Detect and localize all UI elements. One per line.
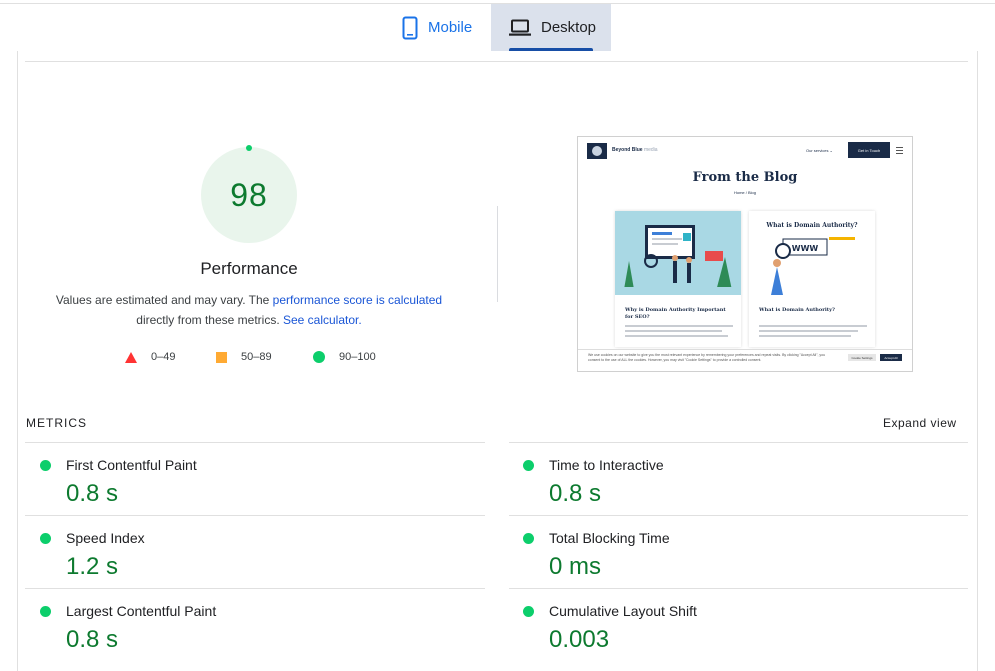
final-screenshot-thumbnail: Beyond Blue media Our services ⌄ Get in … — [577, 136, 913, 372]
metric-speed-index: Speed Index 1.2 s — [26, 516, 484, 588]
legend-average-range: 50–89 — [241, 351, 272, 363]
performance-score: 98 — [230, 176, 268, 213]
legend-pass-range: 90–100 — [339, 351, 376, 363]
metric-name: First Contentful Paint — [66, 457, 197, 473]
thumb-cookie-settings: Cookie Settings — [848, 354, 876, 361]
square-icon — [216, 351, 227, 363]
metric-value: 0.8 s — [66, 480, 119, 507]
domain-authority-illustration-icon: What is Domain Authority? WWW — [749, 211, 875, 295]
expand-view-toggle[interactable]: Expand view — [883, 416, 957, 430]
laptop-icon — [509, 19, 531, 37]
pass-circle-icon — [40, 460, 51, 471]
thumb-brand-suffix: media — [643, 147, 658, 153]
legend-average: 50–89 — [216, 349, 272, 365]
pass-circle-icon — [523, 460, 534, 471]
metrics-heading: METRICS — [26, 416, 87, 430]
pass-circle-icon — [523, 606, 534, 617]
triangle-icon — [125, 351, 137, 363]
gauge-arc-dot — [246, 145, 252, 151]
metric-value: 0 ms — [549, 553, 602, 580]
metric-cumulative-layout-shift: Cumulative Layout Shift 0.003 — [509, 589, 967, 661]
metric-name: Speed Index — [66, 530, 145, 546]
pass-circle-icon — [523, 533, 534, 544]
legend-pass: 90–100 — [313, 349, 376, 365]
see-calculator-link[interactable]: See calculator. — [283, 313, 362, 327]
metric-value: 0.003 — [549, 626, 610, 653]
thumb-card: What is Domain Authority? WWW What is Do… — [749, 211, 875, 347]
tab-desktop[interactable]: Desktop — [491, 4, 611, 51]
seo-illustration-icon — [615, 211, 741, 295]
svg-text:WWW: WWW — [792, 244, 819, 253]
thumb-breadcrumb: Home / Blog — [733, 190, 756, 195]
tab-desktop-label: Desktop — [541, 19, 597, 36]
thumb-services: Our services ⌄ — [806, 148, 833, 153]
metric-value: 0.8 s — [549, 480, 602, 507]
metric-name: Cumulative Layout Shift — [549, 603, 697, 619]
hamburger-menu-icon — [896, 147, 903, 154]
thumb-card: Why is Domain Authority Important for SE… — [615, 211, 741, 347]
tab-mobile[interactable]: Mobile — [398, 4, 490, 51]
thumb-cookie-text: We use cookies on our website to give yo… — [588, 353, 826, 362]
performance-score-gauge: 98 — [201, 145, 297, 243]
thumb-cta: Get in Touch — [848, 142, 890, 158]
thumb-card2-text — [759, 325, 867, 340]
pass-circle-icon — [40, 533, 51, 544]
mobile-phone-icon — [402, 16, 418, 40]
thumb-cookie-banner: We use cookies on our website to give yo… — [578, 349, 912, 371]
metric-name: Total Blocking Time — [549, 530, 670, 546]
thumb-card2-heading: What is Domain Authority? — [765, 222, 858, 229]
thumb-card2-title: What is Domain Authority? — [759, 307, 835, 313]
metric-name: Largest Contentful Paint — [66, 603, 217, 619]
thumb-card1-title: Why is Domain Authority Important for SE… — [625, 307, 726, 320]
thumb-brand: Beyond Blue media — [612, 147, 658, 153]
performance-title: Performance — [200, 259, 298, 278]
metric-name: Time to Interactive — [549, 457, 664, 473]
thumb-card1-text — [625, 325, 733, 340]
desc-middle: directly from these metrics. — [136, 313, 283, 327]
thumb-title: From the Blog — [692, 170, 798, 185]
metric-largest-contentful-paint: Largest Contentful Paint 0.8 s — [26, 589, 484, 661]
desc-prefix: Values are estimated and may vary. The — [55, 293, 273, 307]
pass-circle-icon — [40, 606, 51, 617]
vertical-divider — [497, 206, 498, 302]
legend-fail-range: 0–49 — [151, 351, 176, 363]
metric-first-contentful-paint: First Contentful Paint 0.8 s — [26, 443, 484, 515]
tab-mobile-label: Mobile — [428, 19, 473, 36]
performance-score-link[interactable]: performance score is calculated — [273, 293, 442, 307]
thumb-nav: Beyond Blue media Our services ⌄ Get in … — [578, 137, 912, 165]
circle-icon — [313, 351, 325, 363]
thumb-cookie-accept: Accept All — [880, 354, 902, 361]
score-description: Values are estimated and may vary. The p… — [40, 290, 458, 330]
thumb-brand-name: Beyond Blue — [612, 147, 643, 153]
panel-divider — [25, 61, 968, 62]
legend-fail: 0–49 — [125, 349, 175, 365]
metric-total-blocking-time: Total Blocking Time 0 ms — [509, 516, 967, 588]
metric-time-to-interactive: Time to Interactive 0.8 s — [509, 443, 967, 515]
brand-logo-icon — [587, 143, 607, 159]
metric-value: 0.8 s — [66, 626, 119, 653]
metric-value: 1.2 s — [66, 553, 119, 580]
